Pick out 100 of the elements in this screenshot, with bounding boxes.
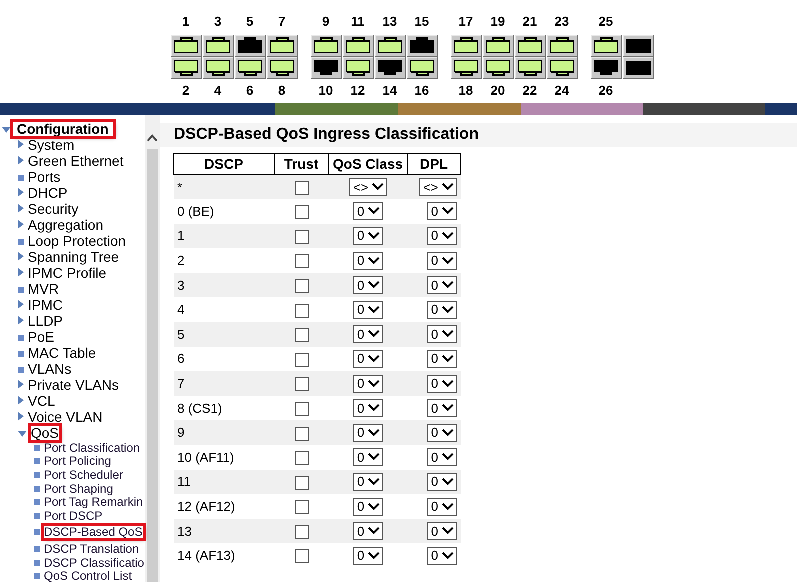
qos-class-select[interactable]: 0 xyxy=(353,424,383,442)
dpl-select[interactable]: 0 xyxy=(427,424,457,442)
menu-item[interactable]: IPMC xyxy=(28,298,63,312)
qos-class-select[interactable]: <> xyxy=(349,178,387,196)
menu-item[interactable]: MAC Table xyxy=(28,346,96,360)
dpl-select[interactable]: 0 xyxy=(427,522,457,540)
qos-class-select[interactable]: 0 xyxy=(353,448,383,466)
ethernet-port[interactable] xyxy=(202,35,234,57)
menu-item[interactable]: Ports xyxy=(28,170,61,184)
menu-item[interactable]: Aggregation xyxy=(28,218,104,232)
dpl-select[interactable]: 0 xyxy=(427,350,457,368)
trust-checkbox[interactable] xyxy=(294,426,308,441)
menu-item[interactable]: LLDP xyxy=(28,314,64,328)
qos-class-select[interactable]: 0 xyxy=(353,300,383,319)
menu-item[interactable]: System xyxy=(28,138,75,152)
trust-checkbox[interactable] xyxy=(294,304,308,318)
menu-item[interactable]: VCL xyxy=(28,394,56,408)
ethernet-port[interactable] xyxy=(406,35,438,57)
trust-checkbox[interactable] xyxy=(294,524,308,539)
sfp-port[interactable] xyxy=(622,35,654,57)
menu-item[interactable]: IPMC Profile xyxy=(28,266,107,280)
dpl-select[interactable]: 0 xyxy=(427,226,457,245)
dpl-select[interactable]: 0 xyxy=(427,498,457,516)
dpl-select[interactable]: 0 xyxy=(427,546,457,565)
qos-class-select[interactable]: 0 xyxy=(353,374,383,393)
ethernet-port[interactable] xyxy=(546,57,578,79)
trust-checkbox[interactable] xyxy=(294,278,308,293)
menu-item[interactable]: DSCP-Based QoS xyxy=(44,526,143,538)
ethernet-port[interactable] xyxy=(342,57,374,79)
ethernet-port[interactable] xyxy=(450,57,482,79)
menu-item[interactable]: PoE xyxy=(28,330,54,344)
dpl-select[interactable]: 0 xyxy=(427,325,457,344)
menu-item[interactable]: Port DSCP xyxy=(44,510,103,522)
trust-checkbox[interactable] xyxy=(294,500,308,514)
menu-item[interactable]: Port Shaping xyxy=(44,482,114,495)
expanded-arrow-icon[interactable] xyxy=(2,127,11,133)
qos-class-select[interactable]: 0 xyxy=(353,226,383,245)
menu-item[interactable]: Configuration xyxy=(13,122,113,136)
menu-item[interactable]: Security xyxy=(28,202,79,216)
trust-checkbox[interactable] xyxy=(294,402,308,416)
dpl-select[interactable]: 0 xyxy=(427,252,457,270)
trust-checkbox[interactable] xyxy=(294,377,308,392)
dpl-select[interactable]: 0 xyxy=(427,276,457,294)
trust-checkbox[interactable] xyxy=(294,476,308,490)
ethernet-port[interactable] xyxy=(482,57,514,79)
trust-checkbox[interactable] xyxy=(294,549,308,564)
menu-item[interactable]: Private VLANs xyxy=(28,378,120,392)
trust-checkbox[interactable] xyxy=(294,180,308,195)
ethernet-port[interactable] xyxy=(234,57,266,79)
menu-item[interactable]: Voice VLAN xyxy=(28,410,103,424)
qos-class-select[interactable]: 0 xyxy=(353,350,383,368)
qos-class-select[interactable]: 0 xyxy=(353,546,383,565)
menu-item[interactable]: Spanning Tree xyxy=(28,250,120,264)
expanded-arrow-icon[interactable] xyxy=(18,431,27,437)
trust-checkbox[interactable] xyxy=(294,254,308,268)
scrollbar[interactable] xyxy=(145,115,160,582)
sfp-port[interactable] xyxy=(622,57,654,79)
menu-item[interactable]: MVR xyxy=(28,282,60,296)
ethernet-port[interactable] xyxy=(202,57,234,79)
dpl-select[interactable]: 0 xyxy=(427,374,457,393)
dpl-select[interactable]: 0 xyxy=(427,472,457,491)
qos-class-select[interactable]: 0 xyxy=(353,399,383,418)
ethernet-port[interactable] xyxy=(170,35,202,57)
ethernet-port[interactable] xyxy=(590,57,622,79)
ethernet-port[interactable] xyxy=(514,57,546,79)
menu-item[interactable]: Port Classification xyxy=(44,442,140,454)
qos-class-select[interactable]: 0 xyxy=(353,202,383,220)
menu-item[interactable]: QoS xyxy=(31,426,60,440)
trust-checkbox[interactable] xyxy=(294,352,308,367)
menu-item[interactable]: Port Scheduler xyxy=(44,468,124,481)
qos-class-select[interactable]: 0 xyxy=(353,252,383,270)
qos-class-select[interactable]: 0 xyxy=(353,325,383,344)
qos-class-select[interactable]: 0 xyxy=(353,498,383,516)
menu-item[interactable]: Green Ethernet xyxy=(28,154,124,168)
menu-item[interactable]: Port Policing xyxy=(44,455,112,468)
ethernet-port[interactable] xyxy=(266,57,298,79)
ethernet-port[interactable] xyxy=(342,35,374,57)
ethernet-port[interactable] xyxy=(450,35,482,57)
ethernet-port[interactable] xyxy=(170,57,202,79)
menu-item[interactable]: DSCP Classificatio xyxy=(44,556,144,569)
ethernet-port[interactable] xyxy=(374,57,406,79)
ethernet-port[interactable] xyxy=(234,35,266,57)
menu-item[interactable]: Loop Protection xyxy=(28,234,126,248)
dpl-select[interactable]: 0 xyxy=(427,448,457,466)
ethernet-port[interactable] xyxy=(406,57,438,79)
trust-checkbox[interactable] xyxy=(294,451,308,466)
qos-class-select[interactable]: 0 xyxy=(353,276,383,294)
trust-checkbox[interactable] xyxy=(294,205,308,220)
qos-class-select[interactable]: 0 xyxy=(353,522,383,540)
ethernet-port[interactable] xyxy=(546,35,578,57)
ethernet-port[interactable] xyxy=(310,35,342,57)
dpl-select[interactable]: <> xyxy=(419,178,457,196)
dpl-select[interactable]: 0 xyxy=(427,202,457,220)
ethernet-port[interactable] xyxy=(266,35,298,57)
ethernet-port[interactable] xyxy=(590,35,622,57)
qos-class-select[interactable]: 0 xyxy=(353,472,383,491)
dpl-select[interactable]: 0 xyxy=(427,300,457,319)
menu-item[interactable]: VLANs xyxy=(28,362,72,376)
trust-checkbox[interactable] xyxy=(294,230,308,244)
menu-item[interactable]: DSCP Translation xyxy=(44,542,140,555)
